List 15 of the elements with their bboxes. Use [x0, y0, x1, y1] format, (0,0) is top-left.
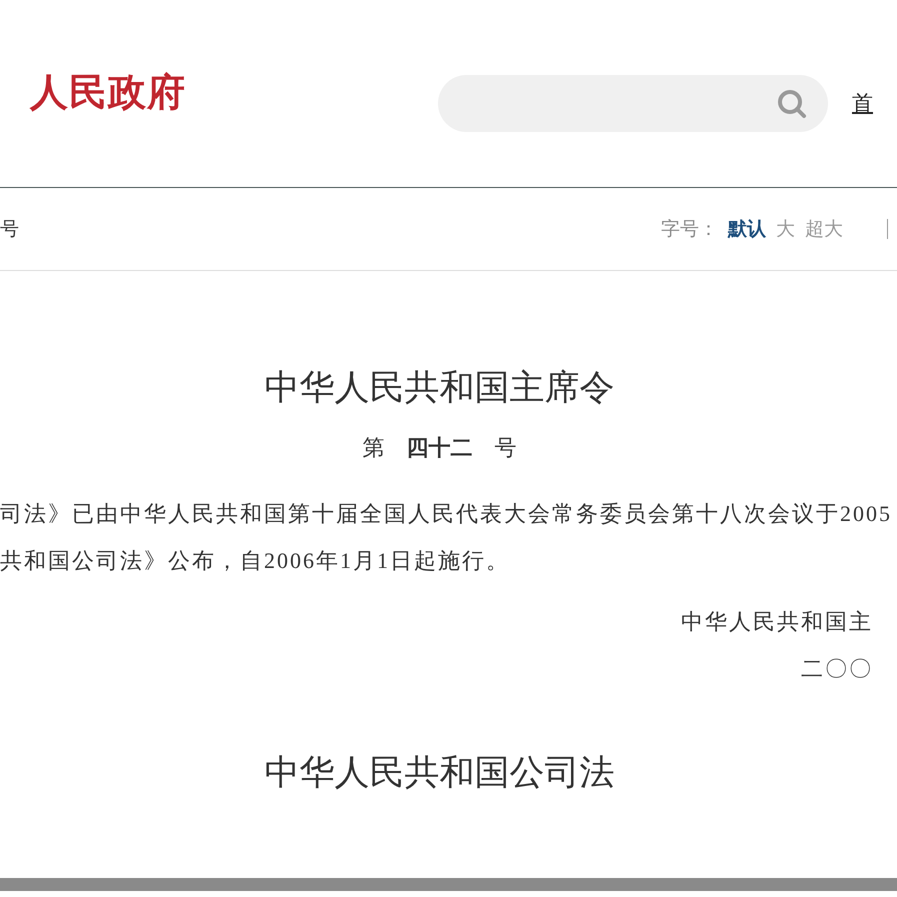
order-number: 四十二 [406, 435, 472, 460]
order-title: 中华人民共和国主席令 [264, 367, 616, 409]
site-logo-text[interactable]: 人民政府 [30, 70, 186, 116]
signature-text: 中华人民共和国主 [681, 609, 873, 634]
signature-text: 二〇〇 [801, 656, 873, 681]
order-number-suffix: 号 [494, 435, 516, 460]
law-title: 中华人民共和国公司法 [264, 752, 616, 794]
nav-link[interactable]: 首 [852, 88, 873, 120]
font-size-option[interactable]: 默认 [728, 214, 766, 244]
body-text: 共和国公司法》公布，自2006年1月1日起施行。 [0, 547, 511, 575]
search-icon[interactable] [776, 88, 808, 120]
order-number-prefix: 第 [362, 435, 384, 460]
body-text: 司法》已由中华人民共和国第十届全国人民代表大会常务委员会第十八次会议于2005 [0, 500, 893, 528]
font-size-label: 字号： [661, 216, 718, 242]
breadcrumb-text: 号 [0, 216, 19, 242]
